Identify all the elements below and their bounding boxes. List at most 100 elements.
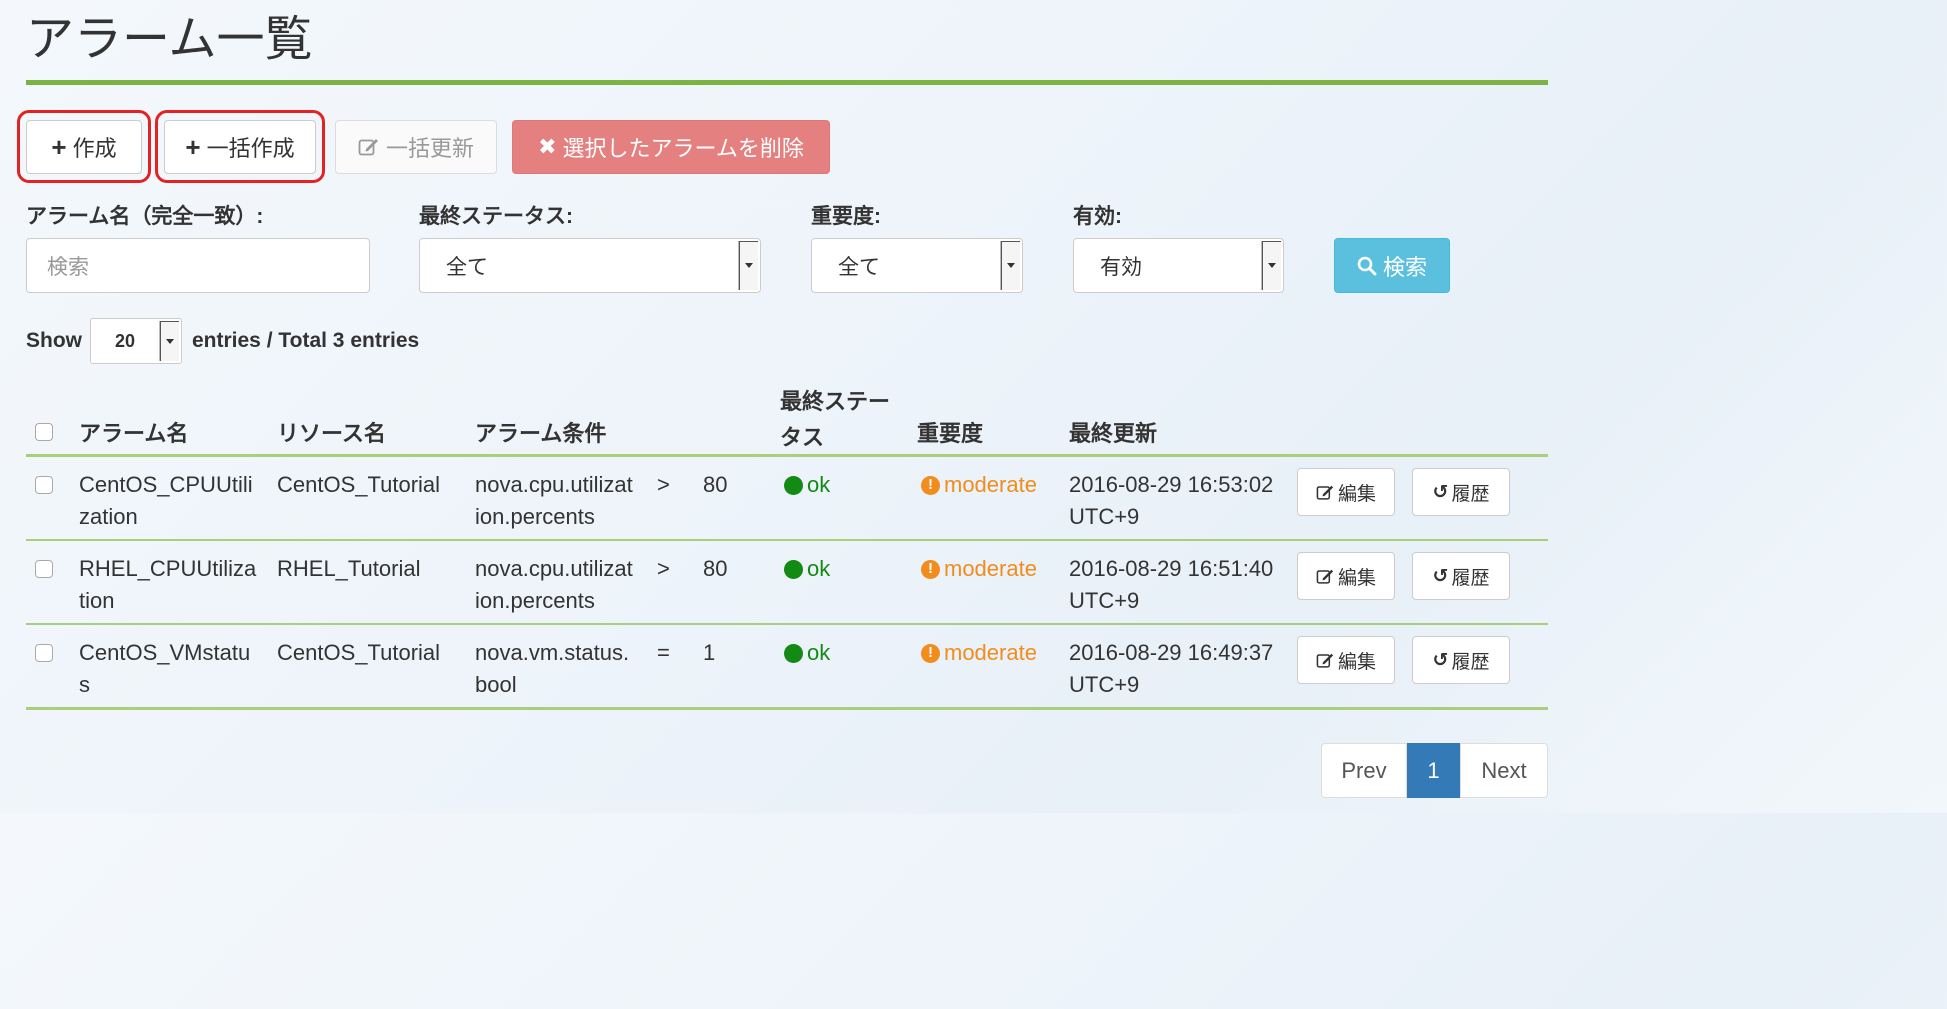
chevron-down-icon <box>159 321 179 361</box>
table-header-divider <box>26 454 1548 457</box>
operator-cell: > <box>657 472 670 497</box>
delete-selected-button[interactable]: ✖ 選択したアラームを削除 <box>512 120 830 174</box>
updated-cell: 2016-08-29 16:51:40 UTC+9 <box>1069 553 1273 617</box>
severity-cell: ! moderate <box>921 469 1037 501</box>
operator-cell: > <box>657 556 670 581</box>
column-header-resource[interactable]: リソース名 <box>277 416 386 448</box>
history-icon: ↺ <box>1432 481 1449 503</box>
edit-icon <box>1316 569 1334 584</box>
severity-filter-select[interactable]: 全て <box>811 238 1023 293</box>
history-button[interactable]: ↺ 履歴 <box>1412 552 1510 600</box>
page-size-select[interactable]: 20 <box>90 318 182 364</box>
entries-summary: entries / Total 3 entries <box>192 329 420 352</box>
edit-icon <box>358 139 378 156</box>
bulk-create-button[interactable]: + 一括作成 <box>164 120 316 174</box>
column-header-severity[interactable]: 重要度 <box>917 416 983 448</box>
alarm-name-line: CentOS_VMstatu <box>79 640 251 665</box>
alarm-name-line: zation <box>79 504 138 529</box>
edit-button[interactable]: 編集 <box>1297 468 1395 516</box>
bulk-update-button[interactable]: 一括更新 <box>335 120 497 174</box>
entries-control: Show 20 entries / Total 3 entries <box>26 318 419 364</box>
create-button[interactable]: + 作成 <box>26 120 142 174</box>
alarm-name-line: RHEL_CPUUtiliza <box>79 556 257 581</box>
select-all-checkbox[interactable] <box>35 423 53 441</box>
updated-cell: 2016-08-29 16:53:02 UTC+9 <box>1069 469 1273 533</box>
threshold-cell: 80 <box>703 556 728 581</box>
edit-button[interactable]: 編集 <box>1297 636 1395 684</box>
alarm-name-cell[interactable]: RHEL_CPUUtiliza tion <box>79 553 256 617</box>
metric-line: ion.percents <box>475 588 595 613</box>
status-text: ok <box>807 556 831 581</box>
status-filter-value: 全て <box>446 255 488 279</box>
metric-cell: nova.vm.status. bool <box>475 637 629 701</box>
alarm-name-search-input[interactable]: 検索 <box>26 238 370 293</box>
row-checkbox[interactable] <box>35 644 53 662</box>
history-button[interactable]: ↺ 履歴 <box>1412 636 1510 684</box>
history-icon: ↺ <box>1432 565 1449 587</box>
chevron-down-icon <box>1261 241 1281 290</box>
metric-line: nova.cpu.utilizat <box>475 472 633 497</box>
bulk-update-button-label: 一括更新 <box>385 136 474 161</box>
history-button-label: 履歴 <box>1451 651 1490 673</box>
alarm-name-cell[interactable]: CentOS_VMstatu s <box>79 637 250 701</box>
resource-cell: RHEL_Tutorial <box>277 556 421 581</box>
edit-button[interactable]: 編集 <box>1297 552 1395 600</box>
resource-cell: CentOS_Tutorial <box>277 640 441 665</box>
prev-page-button[interactable]: Prev <box>1321 743 1407 798</box>
row-divider <box>26 623 1548 625</box>
edit-button-label: 編集 <box>1337 651 1376 673</box>
search-button[interactable]: 検索 <box>1334 238 1450 293</box>
status-filter-label: 最終ステータス: <box>419 205 573 228</box>
enabled-filter-select[interactable]: 有効 <box>1073 238 1284 293</box>
plus-icon: + <box>185 132 201 162</box>
edit-button-label: 編集 <box>1337 567 1376 589</box>
metric-line: ion.percents <box>475 504 595 529</box>
status-dot-icon <box>784 475 803 495</box>
warning-icon: ! <box>921 559 940 579</box>
updated-line: UTC+9 <box>1069 588 1140 613</box>
status-filter-select[interactable]: 全て <box>419 238 761 293</box>
status-cell: ok <box>784 553 830 585</box>
delete-selected-button-label: 選択したアラームを削除 <box>562 136 804 161</box>
column-header-status-line1: 最終ステー <box>780 389 891 414</box>
metric-line: bool <box>475 672 517 697</box>
updated-cell: 2016-08-29 16:49:37 UTC+9 <box>1069 637 1273 701</box>
row-checkbox[interactable] <box>35 476 53 494</box>
alarm-name-line: s <box>79 672 90 697</box>
metric-cell: nova.cpu.utilizat ion.percents <box>475 553 633 617</box>
alarm-name-line: tion <box>79 588 115 613</box>
row-checkbox[interactable] <box>35 560 53 578</box>
title-divider <box>26 80 1548 85</box>
table-bottom-divider <box>26 707 1548 710</box>
search-icon <box>1357 256 1377 275</box>
column-header-status-line2: タス <box>780 425 825 450</box>
chevron-down-icon <box>738 241 758 290</box>
alarm-name-line: CentOS_CPUUtili <box>79 472 253 497</box>
page-1-button[interactable]: 1 <box>1407 743 1460 798</box>
column-header-status[interactable]: 最終ステー タス <box>780 384 890 452</box>
history-button-label: 履歴 <box>1451 567 1490 589</box>
plus-icon: + <box>51 132 67 162</box>
enabled-filter-value: 有効 <box>1100 255 1142 279</box>
severity-text: moderate <box>944 640 1037 665</box>
threshold-cell: 1 <box>703 640 716 665</box>
alarm-name-cell[interactable]: CentOS_CPUUtili zation <box>79 469 253 533</box>
status-cell: ok <box>784 637 830 669</box>
resource-cell: CentOS_Tutorial <box>277 472 441 497</box>
severity-filter-label: 重要度: <box>811 205 881 228</box>
updated-line: 2016-08-29 16:51:40 <box>1069 556 1274 581</box>
column-header-alarm-name[interactable]: アラーム名 <box>79 416 188 448</box>
updated-line: 2016-08-29 16:49:37 <box>1069 640 1274 665</box>
bulk-create-button-label: 一括作成 <box>206 136 295 161</box>
page-size-value: 20 <box>115 330 136 351</box>
close-icon: ✖ <box>538 134 557 159</box>
column-header-updated[interactable]: 最終更新 <box>1069 416 1157 448</box>
next-page-button[interactable]: Next <box>1460 743 1548 798</box>
updated-line: UTC+9 <box>1069 504 1140 529</box>
enabled-filter-label: 有効: <box>1073 205 1122 228</box>
chevron-down-icon <box>1000 241 1020 290</box>
edit-icon <box>1316 653 1334 668</box>
warning-icon: ! <box>921 643 940 663</box>
history-button[interactable]: ↺ 履歴 <box>1412 468 1510 516</box>
column-header-condition[interactable]: アラーム条件 <box>475 416 606 448</box>
